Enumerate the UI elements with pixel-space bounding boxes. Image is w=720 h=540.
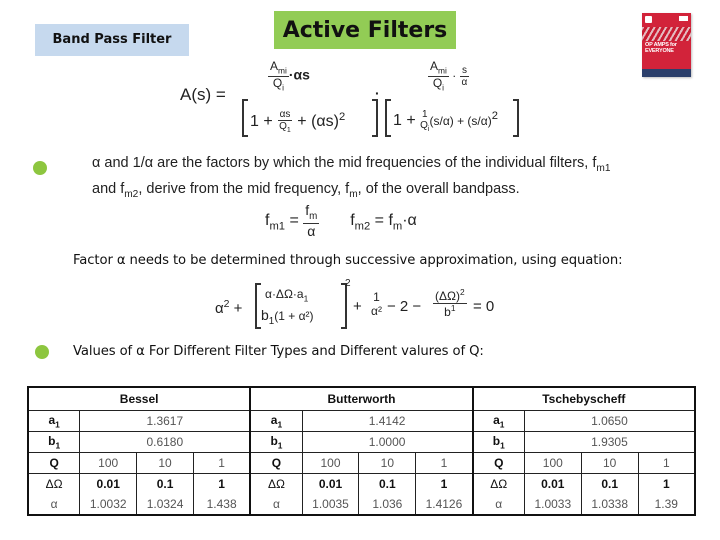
book-cover-image: OP AMPS for EVERYONE [642, 13, 691, 77]
header-tschebyscheff: Tschebyscheff [471, 386, 696, 411]
label-b1: b1 [471, 431, 525, 453]
bullet-icon [33, 161, 47, 175]
alpha-approximation-equation: α2 + α·ΔΩ·a1 b1(1 + α²) 2 + 1 α² − 2 − (Δ… [215, 278, 515, 332]
bullet-icon [35, 345, 49, 359]
label-delta-omega: ΔΩ [249, 473, 303, 494]
bullet-line-1: α and 1/α are the factors by which the m… [92, 155, 611, 174]
cell-q: 1 [192, 452, 251, 474]
alpha-values-table: Bessel Butterworth Tschebyscheff a1 1.36… [27, 386, 696, 516]
cell-q: 10 [580, 452, 639, 474]
bullet-text-alpha-factors: α and 1/α are the factors by which the m… [92, 153, 692, 205]
table-row-q: Q 100 10 1 Q 100 10 1 Q 100 10 1 [27, 452, 696, 474]
table-row-alpha: α 1.0032 1.0324 1.438 α 1.0035 1.036 1.4… [27, 494, 696, 516]
label-q: Q [249, 452, 303, 474]
book-title: OP AMPS for EVERYONE [645, 42, 677, 54]
cover-art [642, 27, 691, 41]
cell-delta-omega: 1 [415, 473, 474, 494]
cell-alpha: 1.0033 [523, 494, 582, 516]
label-delta-omega: ΔΩ [471, 473, 525, 494]
cell-delta-omega: 0.01 [79, 473, 138, 494]
cell-delta-omega: 0.1 [136, 473, 194, 494]
bullet-text-values-of-alpha: Values of α For Different Filter Types a… [73, 344, 484, 359]
cell-alpha: 1.0338 [580, 494, 639, 516]
cell-delta-omega: 1 [192, 473, 251, 494]
cell-a1-tschebyscheff: 1.0650 [523, 410, 696, 432]
cover-band [642, 69, 691, 77]
cell-delta-omega: 0.01 [523, 473, 582, 494]
slide-title: Active Filters [274, 11, 456, 49]
cell-a1-bessel: 1.3617 [79, 410, 251, 432]
cell-alpha: 1.39 [637, 494, 696, 516]
tf-denominator-2: 1 + 1 Qi (s/α) + (s/α)2 [385, 99, 519, 137]
cell-delta-omega: 1 [637, 473, 696, 494]
cell-alpha: 1.0324 [136, 494, 194, 516]
label-q: Q [471, 452, 525, 474]
table-header-row: Bessel Butterworth Tschebyscheff [27, 386, 696, 411]
cell-q: 100 [79, 452, 138, 474]
label-b1: b1 [27, 431, 81, 453]
cell-alpha: 1.036 [358, 494, 417, 516]
label-q: Q [27, 452, 81, 474]
cell-delta-omega: 0.1 [580, 473, 639, 494]
tf-numerator-1: Ami Qi ·αs [268, 59, 310, 93]
bullet-line-2: and fm2, derive from the mid frequency, … [92, 180, 520, 200]
cell-q: 100 [523, 452, 582, 474]
cell-b1-bessel: 0.6180 [79, 431, 251, 453]
cell-alpha: 1.0035 [301, 494, 360, 516]
cell-q: 10 [358, 452, 417, 474]
cell-q: 1 [415, 452, 474, 474]
label-a1: a1 [249, 410, 303, 432]
cell-q: 100 [301, 452, 360, 474]
cell-delta-omega: 0.1 [358, 473, 417, 494]
tf-numerator-2: Ami Qi · sα [428, 59, 469, 93]
label-delta-omega: ΔΩ [27, 473, 81, 494]
cell-b1-butterworth: 1.0000 [301, 431, 474, 453]
table-row-a1: a1 1.3617 a1 1.4142 a1 1.0650 [27, 410, 696, 432]
label-b1: b1 [249, 431, 303, 453]
cell-q: 1 [637, 452, 696, 474]
publisher-logo-icon [645, 16, 652, 23]
header-butterworth: Butterworth [249, 386, 474, 411]
label-alpha: α [27, 494, 81, 516]
section-label: Band Pass Filter [35, 24, 189, 56]
cell-q: 10 [136, 452, 194, 474]
tf-lhs: A(s) = [180, 85, 226, 104]
book-title-line2: EVERYONE [645, 48, 674, 54]
factor-alpha-text: Factor α needs to be determined through … [73, 253, 623, 268]
label-alpha: α [471, 494, 525, 516]
transfer-function-equation: A(s) = Ami Qi ·αs Ami Qi · sα · 1 + αs Q1 + … [180, 55, 540, 143]
label-alpha: α [249, 494, 303, 516]
label-a1: a1 [471, 410, 525, 432]
edition-tag-icon [679, 16, 688, 21]
cell-alpha: 1.4126 [415, 494, 474, 516]
table-row-delta-omega: ΔΩ 0.01 0.1 1 ΔΩ 0.01 0.1 1 ΔΩ 0.01 0.1 … [27, 473, 696, 494]
header-bessel: Bessel [27, 386, 251, 411]
tf-denominator-1: 1 + αs Q1 + (αs)2 [242, 99, 378, 137]
cell-b1-tschebyscheff: 1.9305 [523, 431, 696, 453]
cell-alpha: 1.0032 [79, 494, 138, 516]
label-a1: a1 [27, 410, 81, 432]
mid-frequency-equation: fm1 = fm α fm2 = fm·α [265, 202, 417, 239]
table-row-b1: b1 0.6180 b1 1.0000 b1 1.9305 [27, 431, 696, 453]
cell-a1-butterworth: 1.4142 [301, 410, 474, 432]
cell-alpha: 1.438 [192, 494, 251, 516]
cell-delta-omega: 0.01 [301, 473, 360, 494]
